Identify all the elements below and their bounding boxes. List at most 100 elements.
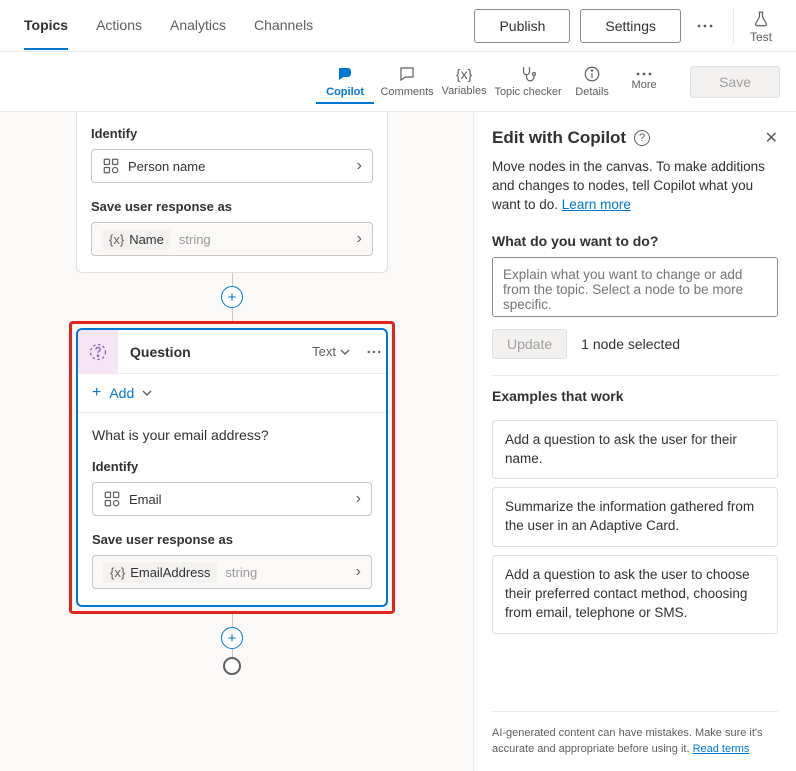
add-node-button[interactable]: + [221,286,243,308]
tab-analytics[interactable]: Analytics [170,2,226,50]
help-button[interactable]: ? [634,130,650,146]
divider [492,375,778,376]
plus-icon: + [92,384,101,402]
main: Identify Person name › Save user respons… [0,112,796,771]
chevron-right-icon: › [356,563,361,581]
connector [232,273,233,287]
save-as-field[interactable]: {x} EmailAddress string › [92,555,372,589]
examples-heading: Examples that work [492,388,778,404]
stethoscope-icon [519,65,537,83]
tool-copilot[interactable]: Copilot [316,59,374,104]
update-row: Update 1 node selected [492,329,778,359]
tool-details-label: Details [575,86,609,98]
tool-topic-checker[interactable]: Topic checker [492,59,564,104]
add-label: Add [109,385,134,401]
tool-details[interactable]: Details [568,59,616,104]
tab-actions[interactable]: Actions [96,2,142,50]
identify-label: Identify [91,126,373,141]
save-as-field[interactable]: {x} Name string › [91,222,373,256]
node-question-email[interactable]: Question Text + Add [76,328,388,607]
add-node-button[interactable]: + [221,627,243,649]
flask-icon [752,10,770,28]
variable-name: Name [129,232,164,247]
end-node [223,657,241,675]
learn-more-link[interactable]: Learn more [562,197,631,212]
prompt-input[interactable] [492,257,778,317]
connector [232,307,233,321]
toolbar: Copilot Comments {x} Variables Topic che… [0,52,796,112]
top-nav-tabs: Topics Actions Analytics Channels [24,2,474,50]
variable-icon: {x} [109,232,124,247]
tool-variables[interactable]: {x} Variables [440,60,488,103]
tool-comments[interactable]: Comments [378,59,436,104]
overflow-button[interactable] [691,12,719,40]
chevron-down-icon [340,349,350,355]
update-button[interactable]: Update [492,329,567,359]
copilot-icon [336,65,354,83]
add-button[interactable]: + Add [78,374,386,413]
display-mode-toggle[interactable]: Text [312,344,350,359]
prompt-heading: What do you want to do? [492,233,778,249]
chevron-right-icon: › [357,157,362,175]
test-button[interactable]: Test [750,8,772,44]
example-card[interactable]: Add a question to ask the user for their… [492,420,778,480]
ellipsis-icon [636,72,652,76]
settings-button[interactable]: Settings [580,9,681,43]
tab-topics[interactable]: Topics [24,2,68,50]
variable-chip: {x} Name [102,229,171,250]
panel-title: Edit with Copilot [492,128,626,148]
entity-icon [102,157,120,175]
identify-field[interactable]: Email › [92,482,372,516]
node-person-name[interactable]: Identify Person name › Save user respons… [76,112,388,273]
identify-field[interactable]: Person name › [91,149,373,183]
tool-comments-label: Comments [380,86,433,98]
variable-chip: {x} EmailAddress [103,562,217,583]
publish-button[interactable]: Publish [474,9,570,43]
ellipsis-icon [367,350,381,354]
save-as-label: Save user response as [91,199,373,214]
identify-value: Person name [128,159,205,174]
identify-value: Email [129,492,162,507]
copilot-panel: Edit with Copilot ? ✕ Move nodes in the … [474,112,796,771]
selection-status: 1 node selected [581,336,680,352]
display-mode-label: Text [312,344,336,359]
chevron-right-icon: › [357,230,362,248]
info-icon [583,65,601,83]
test-label: Test [750,30,772,44]
variable-type: string [225,565,257,580]
question-header: Question Text [78,330,386,374]
tool-more[interactable]: More [620,66,668,97]
tool-copilot-label: Copilot [326,86,364,98]
divider [733,8,734,44]
identify-label: Identify [92,459,372,474]
tab-channels[interactable]: Channels [254,2,313,50]
chevron-down-icon [142,390,152,396]
variable-name: EmailAddress [130,565,210,580]
canvas[interactable]: Identify Person name › Save user respons… [0,112,474,771]
save-as-label: Save user response as [92,532,372,547]
tool-topic-checker-label: Topic checker [494,86,561,98]
variable-type: string [179,232,211,247]
question-text[interactable]: What is your email address? [92,427,372,443]
panel-header: Edit with Copilot ? ✕ [492,128,778,148]
ellipsis-icon [697,24,713,28]
node-menu-button[interactable] [362,338,386,366]
example-card[interactable]: Summarize the information gathered from … [492,487,778,547]
connector [232,614,233,628]
entity-icon [103,490,121,508]
disclaimer: AI-generated content can have mistakes. … [492,711,778,757]
read-terms-link[interactable]: Read terms [693,743,750,755]
variables-icon: {x} [456,66,472,82]
chevron-right-icon: › [356,490,361,508]
tool-variables-label: Variables [442,85,487,97]
close-button[interactable]: ✕ [765,128,778,148]
variable-icon: {x} [110,565,125,580]
example-card[interactable]: Add a question to ask the user to choose… [492,555,778,634]
comment-icon [398,65,416,83]
panel-intro: Move nodes in the canvas. To make additi… [492,158,778,215]
save-button[interactable]: Save [690,66,780,98]
selection-highlight: Question Text + Add [69,321,395,614]
question-title: Question [118,344,312,360]
top-nav: Topics Actions Analytics Channels Publis… [0,0,796,52]
tool-more-label: More [632,79,657,91]
